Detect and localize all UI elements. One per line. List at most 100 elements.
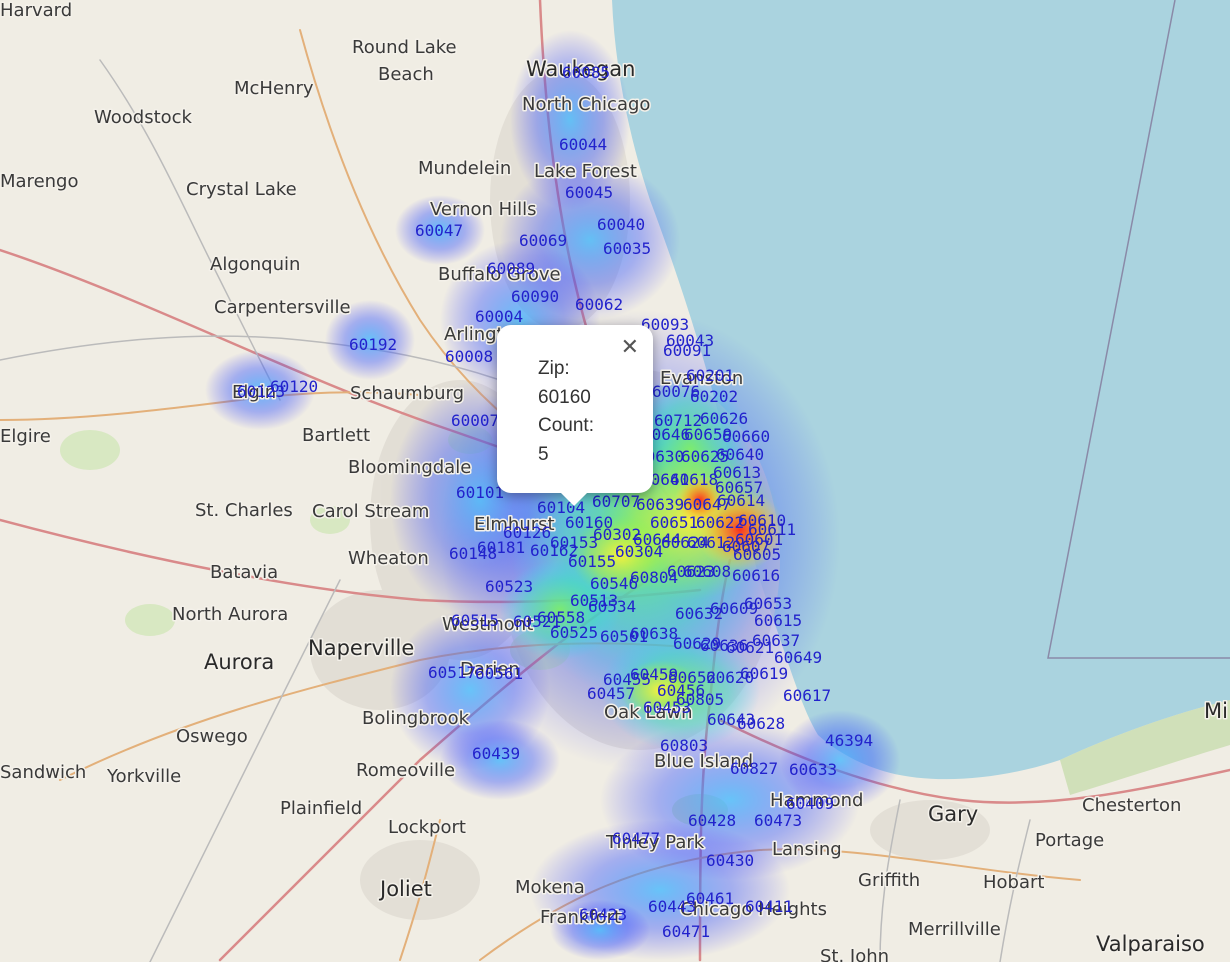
city-label: Hobart — [983, 872, 1044, 893]
zip-marker-label[interactable]: 60439 — [472, 744, 520, 763]
city-label: Mi — [1204, 699, 1228, 723]
zip-marker-label[interactable]: 60515 — [451, 611, 499, 630]
zip-marker-label[interactable]: 60430 — [706, 851, 754, 870]
city-label: Mokena — [515, 877, 585, 898]
zip-marker-label[interactable]: 60069 — [519, 231, 567, 250]
zip-marker-label[interactable]: 60123 — [237, 382, 285, 401]
zip-marker-label[interactable]: 60008 — [445, 347, 493, 366]
zip-marker-label[interactable]: 60707 — [592, 492, 640, 511]
zip-marker-label[interactable]: 60090 — [511, 287, 559, 306]
city-label: Batavia — [210, 562, 278, 583]
zip-marker-label[interactable]: 46394 — [825, 731, 873, 750]
zip-marker-label[interactable]: 60423 — [579, 905, 627, 924]
city-label: Carpentersville — [214, 297, 351, 318]
city-label: St. John — [820, 946, 889, 962]
zip-marker-label[interactable]: 60660 — [722, 427, 770, 446]
city-label: Algonquin — [210, 254, 300, 275]
zip-marker-label[interactable]: 60047 — [415, 221, 463, 240]
city-label: Bolingbrook — [362, 708, 470, 729]
zip-marker-label[interactable]: 60803 — [660, 736, 708, 755]
popup-tip — [560, 492, 588, 506]
city-label: Harvard — [0, 0, 72, 21]
city-label: Carol Stream — [312, 501, 429, 522]
zip-marker-label[interactable]: 60827 — [730, 759, 778, 778]
city-label: Chesterton — [1082, 795, 1181, 816]
zip-marker-label[interactable]: 60304 — [615, 542, 663, 561]
city-label: St. Charles — [195, 500, 293, 521]
city-label: Woodstock — [94, 107, 193, 128]
zip-marker-label[interactable]: 60609 — [710, 599, 758, 618]
city-label: Aurora — [204, 650, 274, 674]
zip-marker-label[interactable]: 60428 — [688, 811, 736, 830]
zip-marker-label[interactable]: 60443 — [648, 897, 696, 916]
popup-count-label: Count: — [538, 415, 594, 436]
zip-marker-label[interactable]: 60153 — [550, 533, 598, 552]
zip-marker-label[interactable]: 60525 — [550, 623, 598, 642]
zip-marker-label[interactable]: 60091 — [663, 341, 711, 360]
zip-marker-label[interactable]: 60148 — [449, 544, 497, 563]
zip-marker-label[interactable]: 60517 — [428, 663, 476, 682]
zip-marker-label[interactable]: 60457 — [587, 684, 635, 703]
zip-marker-label[interactable]: 60805 — [676, 690, 724, 709]
zip-marker-label[interactable]: 60101 — [456, 483, 504, 502]
city-label: Lansing — [772, 839, 842, 860]
close-icon[interactable]: ✕ — [621, 337, 639, 359]
zip-marker-label[interactable]: 60473 — [754, 811, 802, 830]
zip-marker-label[interactable]: 60045 — [565, 183, 613, 202]
zip-marker-label[interactable]: 60639 — [636, 495, 684, 514]
zip-marker-label[interactable]: 60534 — [588, 597, 636, 616]
zip-marker-label[interactable]: 60202 — [690, 387, 738, 406]
city-label: Elgire — [0, 426, 51, 447]
zip-marker-label[interactable]: 60471 — [662, 922, 710, 941]
zip-marker-label[interactable]: 60040 — [597, 215, 645, 234]
zip-marker-label[interactable]: 60621 — [726, 638, 774, 657]
city-label: Vernon Hills — [430, 199, 537, 220]
zip-marker-label[interactable]: 60605 — [733, 545, 781, 564]
zip-marker-label[interactable]: 60085 — [562, 63, 610, 82]
zip-marker-label[interactable]: 60614 — [717, 491, 765, 510]
city-label: Yorkville — [106, 766, 181, 787]
city-label: Marengo — [0, 171, 79, 192]
zip-marker-label[interactable]: 60155 — [568, 552, 616, 571]
city-label: Mundelein — [418, 158, 511, 179]
zip-marker-label[interactable]: 60618 — [670, 470, 718, 489]
zip-marker-label[interactable]: 60411 — [745, 897, 793, 916]
zip-marker-label[interactable]: 60044 — [559, 135, 607, 154]
city-label: Bloomingdale — [348, 457, 471, 478]
city-label: Wheaton — [348, 548, 429, 569]
city-label: North Aurora — [172, 604, 288, 625]
zip-marker-label[interactable]: 60628 — [737, 714, 785, 733]
zip-marker-label[interactable]: 60561 — [475, 664, 523, 683]
city-label: Griffith — [858, 870, 920, 891]
city-label: Round Lake — [352, 37, 457, 58]
zip-marker-label[interactable]: 60619 — [740, 664, 788, 683]
city-label: Sandwich — [0, 762, 86, 783]
zip-marker-label[interactable]: 60007 — [451, 411, 499, 430]
zip-marker-label[interactable]: 60633 — [789, 760, 837, 779]
zip-marker-label[interactable]: 60062 — [575, 295, 623, 314]
city-label: Valparaiso — [1096, 932, 1205, 956]
city-label: Merrillville — [908, 919, 1001, 940]
city-label: Lockport — [388, 817, 466, 838]
zip-marker-label[interactable]: 60004 — [475, 307, 523, 326]
popup-zip-label: Zip: — [538, 358, 570, 379]
zip-marker-label[interactable]: 60477 — [612, 829, 660, 848]
city-label: Naperville — [308, 636, 414, 660]
city-label: Crystal Lake — [186, 179, 297, 200]
zip-marker-label[interactable]: 60615 — [754, 611, 802, 630]
city-label: Plainfield — [280, 798, 362, 819]
zip-marker-label[interactable]: 60616 — [732, 566, 780, 585]
zip-marker-label[interactable]: 60035 — [603, 239, 651, 258]
zip-marker-label[interactable]: 60523 — [485, 577, 533, 596]
city-label: Portage — [1035, 830, 1104, 851]
zip-marker-label[interactable]: 60640 — [716, 445, 764, 464]
zip-marker-label[interactable]: 60638 — [630, 624, 678, 643]
zip-marker-label[interactable]: 60192 — [349, 335, 397, 354]
zip-marker-label[interactable]: 60089 — [487, 259, 535, 278]
city-label: Beach — [378, 64, 434, 85]
city-label: Oswego — [176, 726, 248, 747]
city-label: Schaumburg — [350, 383, 464, 404]
zip-marker-label[interactable]: 60617 — [783, 686, 831, 705]
city-label: Joliet — [378, 877, 432, 901]
city-label: Bartlett — [302, 425, 370, 446]
